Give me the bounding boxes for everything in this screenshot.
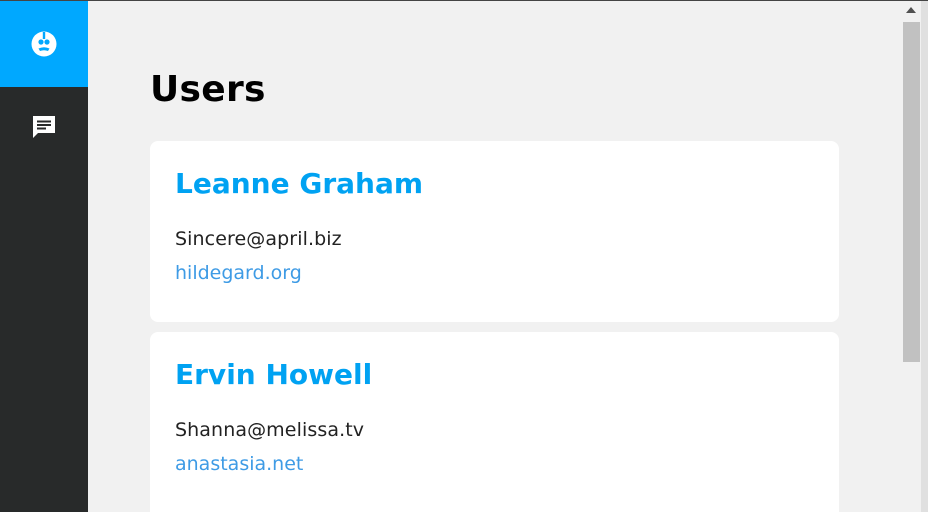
main-content: Users Leanne Graham Sincere@april.biz hi… [88,1,902,512]
face-icon [30,30,58,58]
user-name[interactable]: Leanne Graham [175,167,423,200]
user-card: Ervin Howell Shanna@melissa.tv anastasia… [150,332,839,512]
user-name[interactable]: Ervin Howell [175,358,372,391]
window-edge [921,1,928,512]
user-card: Leanne Graham Sincere@april.biz hildegar… [150,141,839,322]
page-title: Users [150,69,266,110]
sidebar-item-messages[interactable] [0,87,88,167]
scrollbar-thumb[interactable] [903,22,920,362]
scrollbar[interactable] [902,1,921,512]
user-website-link[interactable]: anastasia.net [175,453,303,475]
message-icon [30,113,58,141]
user-email: Shanna@melissa.tv [175,419,365,441]
sidebar [0,1,88,512]
scroll-up-arrow-icon[interactable] [906,7,916,13]
user-email: Sincere@april.biz [175,228,342,250]
user-website-link[interactable]: hildegard.org [175,262,302,284]
sidebar-item-users[interactable] [0,1,88,87]
